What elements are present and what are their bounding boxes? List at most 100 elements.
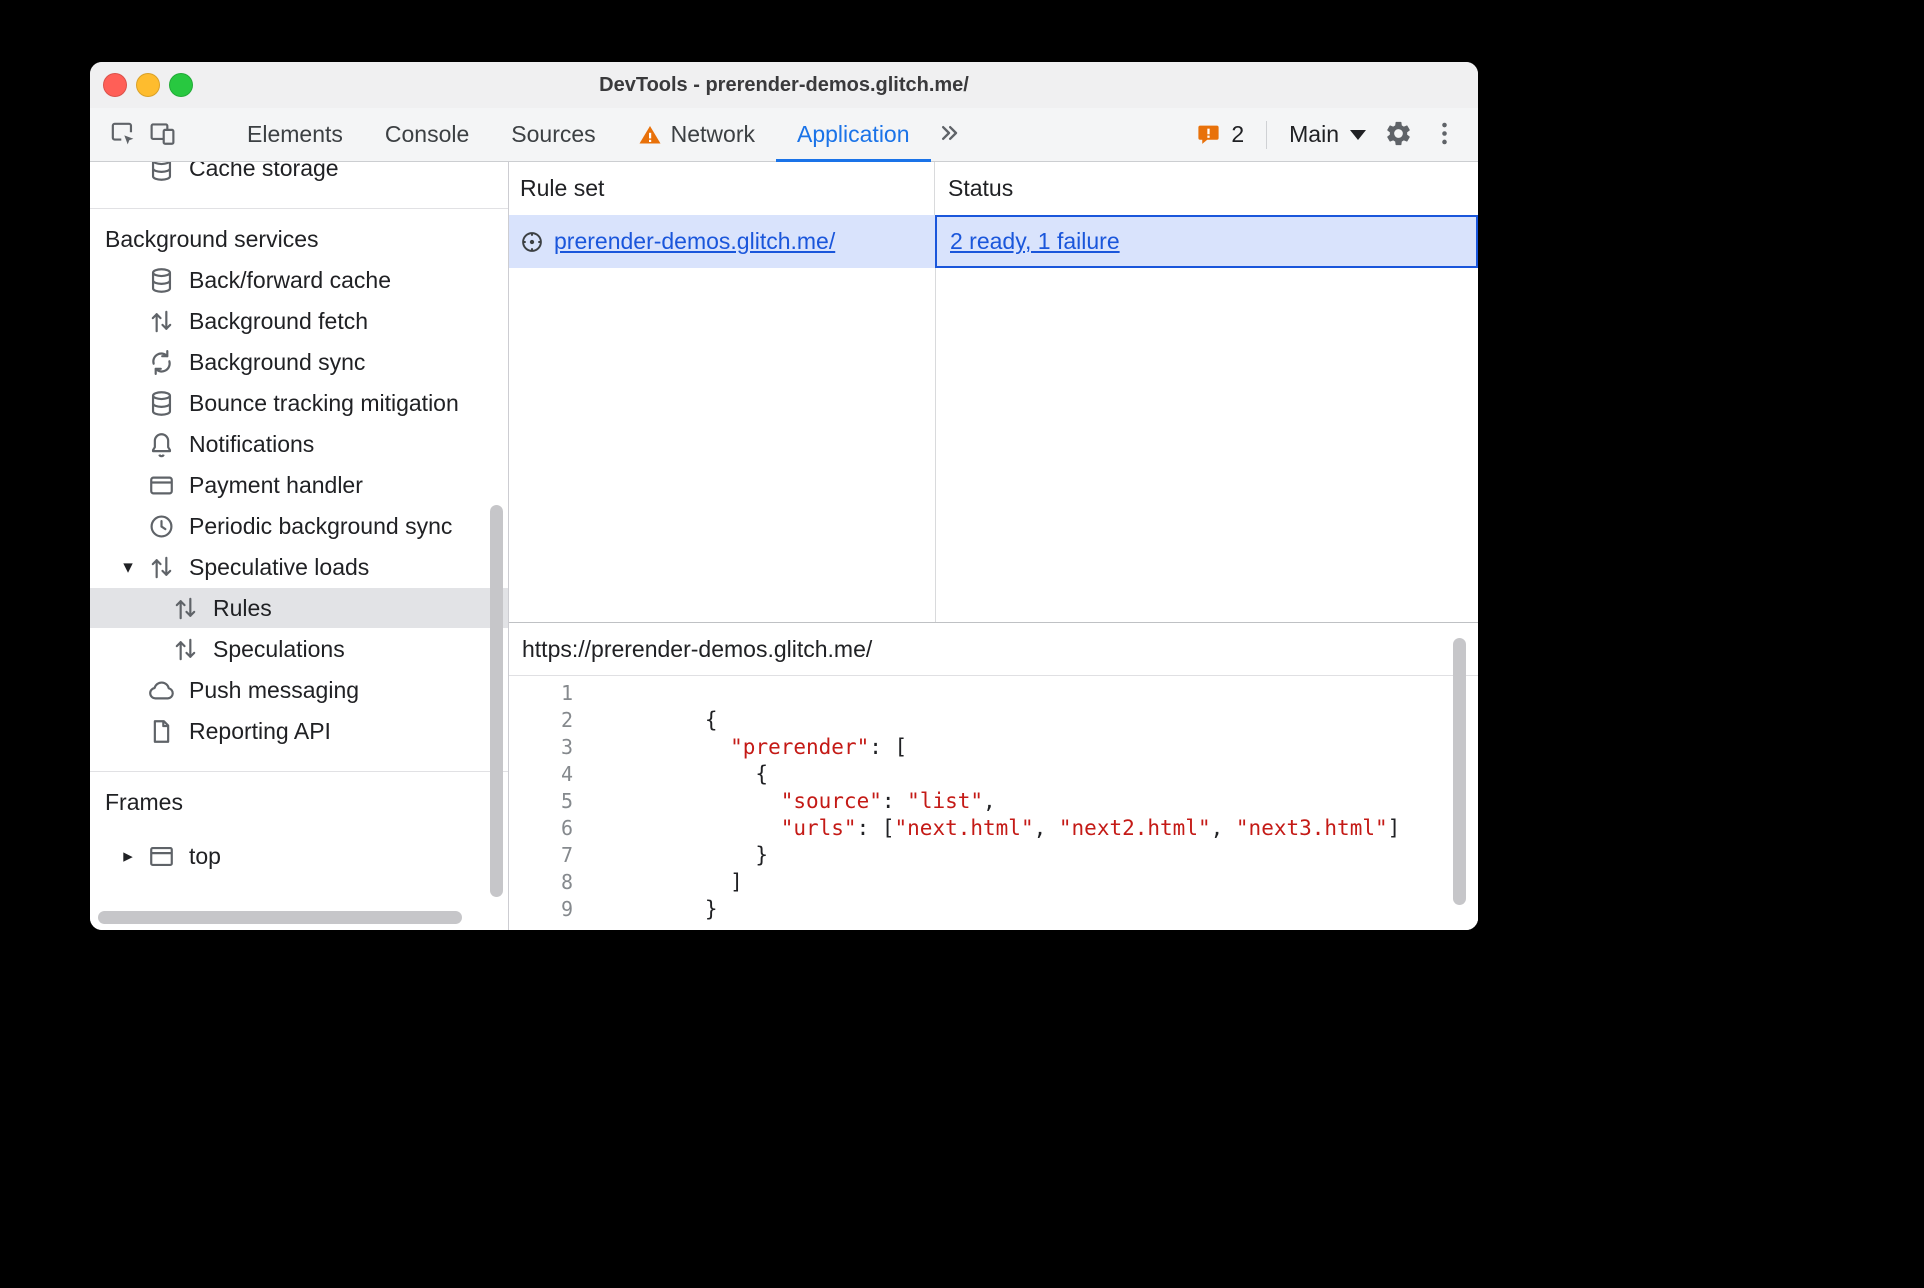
column-header-rule-set[interactable]: Rule set bbox=[509, 162, 935, 215]
issues-button[interactable]: 2 bbox=[1189, 121, 1250, 148]
zoom-window-button[interactable] bbox=[169, 73, 193, 97]
inspect-icon bbox=[108, 119, 137, 151]
code-line: 7 } bbox=[509, 842, 1478, 869]
toggle-device-toolbar-button[interactable] bbox=[142, 114, 182, 156]
sidebar-item-label: Bounce tracking mitigation bbox=[189, 389, 459, 416]
settings-button[interactable] bbox=[1378, 114, 1418, 156]
sidebar-item-top[interactable]: ▸ top bbox=[90, 836, 508, 876]
column-header-status[interactable]: Status bbox=[935, 162, 1478, 215]
rule-set-url: https://prerender-demos.glitch.me/ bbox=[509, 623, 1478, 676]
more-options-button[interactable] bbox=[1424, 114, 1464, 156]
tab-network[interactable]: Network bbox=[617, 108, 776, 162]
code-text: { bbox=[629, 762, 769, 786]
sidebar-item-reporting-api[interactable]: Reporting API bbox=[90, 711, 508, 751]
sidebar-section-title-frames: Frames bbox=[105, 789, 183, 815]
collapse-arrow-icon[interactable]: ▸ bbox=[116, 845, 140, 868]
tab-console[interactable]: Console bbox=[364, 108, 490, 162]
code-vertical-scrollbar[interactable] bbox=[1453, 638, 1466, 905]
sidebar-item-periodic-background-sync[interactable]: Periodic background sync bbox=[90, 506, 508, 546]
code-line: 4 { bbox=[509, 761, 1478, 788]
traffic-lights bbox=[103, 73, 193, 97]
close-window-button[interactable] bbox=[103, 73, 127, 97]
window-title: DevTools - prerender-demos.glitch.me/ bbox=[599, 74, 969, 96]
warning-icon bbox=[638, 123, 662, 147]
tab-sources[interactable]: Sources bbox=[490, 108, 616, 162]
code-text: "urls": ["next.html", "next2.html", "nex… bbox=[780, 816, 1401, 840]
tab-elements[interactable]: Elements bbox=[226, 108, 364, 162]
more-tabs-button[interactable] bbox=[931, 119, 967, 150]
sidebar-item-push-messaging[interactable]: Push messaging bbox=[90, 670, 508, 710]
tab-label: Application bbox=[797, 121, 910, 147]
rule-set-link[interactable]: prerender-demos.glitch.me/ bbox=[554, 228, 835, 255]
column-divider[interactable] bbox=[935, 215, 936, 622]
bell-icon bbox=[146, 429, 176, 459]
sidebar-item-back-forward-cache[interactable]: Back/forward cache bbox=[90, 260, 508, 300]
expand-arrow-icon[interactable]: ▾ bbox=[116, 556, 140, 579]
sidebar-item-rules[interactable]: Rules bbox=[90, 588, 508, 628]
rule-set-source-viewer: 12 {3 "prerender": [4 {5 "source": "list… bbox=[509, 677, 1478, 930]
sidebar-item-notifications[interactable]: Notifications bbox=[90, 424, 508, 464]
inspect-element-button[interactable] bbox=[102, 114, 142, 156]
sidebar-item-label: Speculations bbox=[213, 635, 345, 662]
line-number: 7 bbox=[560, 843, 573, 867]
line-number: 5 bbox=[560, 789, 573, 813]
sidebar-item-background-fetch[interactable]: Background fetch bbox=[90, 301, 508, 341]
sidebar-item-label: Background sync bbox=[189, 348, 366, 375]
line-number: 4 bbox=[560, 762, 573, 786]
sidebar-item-label: Payment handler bbox=[189, 471, 363, 498]
file-icon bbox=[146, 716, 176, 746]
sidebar-item-payment-handler[interactable]: Payment handler bbox=[90, 465, 508, 505]
rule-set-cell[interactable]: prerender-demos.glitch.me/ bbox=[509, 215, 935, 268]
frame-icon bbox=[146, 841, 176, 871]
tab-label: Network bbox=[670, 121, 755, 147]
sidebar-item-cache-storage[interactable]: Cache storage bbox=[90, 162, 508, 188]
toolbar-divider bbox=[1266, 120, 1268, 149]
code-line: 6 "urls": ["next.html", "next2.html", "n… bbox=[509, 815, 1478, 842]
tab-application[interactable]: Application bbox=[776, 108, 931, 162]
sidebar-item-background-sync[interactable]: Background sync bbox=[90, 342, 508, 382]
rule-set-table: prerender-demos.glitch.me/2 ready, 1 fai… bbox=[509, 215, 1478, 268]
sidebar-vertical-scrollbar[interactable] bbox=[490, 505, 503, 897]
line-number: 6 bbox=[560, 816, 573, 840]
sidebar-item-bounce-tracking-mitigation[interactable]: Bounce tracking mitigation bbox=[90, 383, 508, 423]
titlebar: DevTools - prerender-demos.glitch.me/ bbox=[90, 62, 1478, 109]
code-line: 8 ] bbox=[509, 869, 1478, 896]
line-number: 1 bbox=[560, 681, 573, 705]
rule-set-icon bbox=[518, 228, 546, 256]
sidebar-item-label: Push messaging bbox=[189, 676, 360, 703]
sidebar-item-label: Cache storage bbox=[189, 162, 339, 181]
code-text: { bbox=[629, 708, 718, 732]
status-link[interactable]: 2 ready, 1 failure bbox=[950, 228, 1120, 255]
sidebar-item-speculative-loads[interactable]: ▾ Speculative loads bbox=[90, 547, 508, 587]
code-text: "prerender": [ bbox=[730, 735, 908, 759]
up-down-arrows-icon bbox=[170, 634, 200, 664]
sidebar-horizontal-scrollbar[interactable] bbox=[98, 911, 462, 924]
device-toolbar-icon bbox=[148, 119, 177, 151]
desktop-background: { "window": { "title": "DevTools - prere… bbox=[0, 0, 1924, 1288]
status-cell[interactable]: 2 ready, 1 failure bbox=[935, 215, 1478, 268]
rule-set-row[interactable]: prerender-demos.glitch.me/2 ready, 1 fai… bbox=[509, 215, 1478, 268]
cloud-icon bbox=[146, 675, 176, 705]
code-line: 9 } bbox=[509, 896, 1478, 923]
tab-label: Elements bbox=[247, 121, 343, 147]
minimize-window-button[interactable] bbox=[136, 73, 160, 97]
code-line: 3 "prerender": [ bbox=[509, 734, 1478, 761]
issues-icon bbox=[1195, 122, 1222, 147]
tab-label: Sources bbox=[511, 121, 596, 147]
line-number: 2 bbox=[560, 708, 573, 732]
sidebar-item-label: Periodic background sync bbox=[189, 512, 453, 539]
sidebar-item-speculations[interactable]: Speculations bbox=[90, 629, 508, 669]
sidebar-item-label: Notifications bbox=[189, 430, 315, 457]
devtools-toolbar: Elements Console Sources Network Application… bbox=[90, 108, 1478, 162]
speculative-loads-panel: Rule set Status prerender-demos.glitch.m… bbox=[509, 162, 1478, 930]
tab-label: Console bbox=[384, 121, 470, 147]
execution-context-selector[interactable]: Main bbox=[1283, 121, 1372, 148]
sidebar-section-divider bbox=[90, 208, 508, 209]
sidebar-section-title-background-services: Background services bbox=[105, 226, 319, 252]
application-sidebar: Cache storage Background services Back/for… bbox=[90, 162, 509, 930]
kebab-menu-icon bbox=[1430, 119, 1459, 151]
content-area: Cache storage Background services Back/for… bbox=[90, 162, 1478, 930]
database-icon bbox=[146, 265, 176, 295]
database-icon bbox=[146, 162, 176, 183]
